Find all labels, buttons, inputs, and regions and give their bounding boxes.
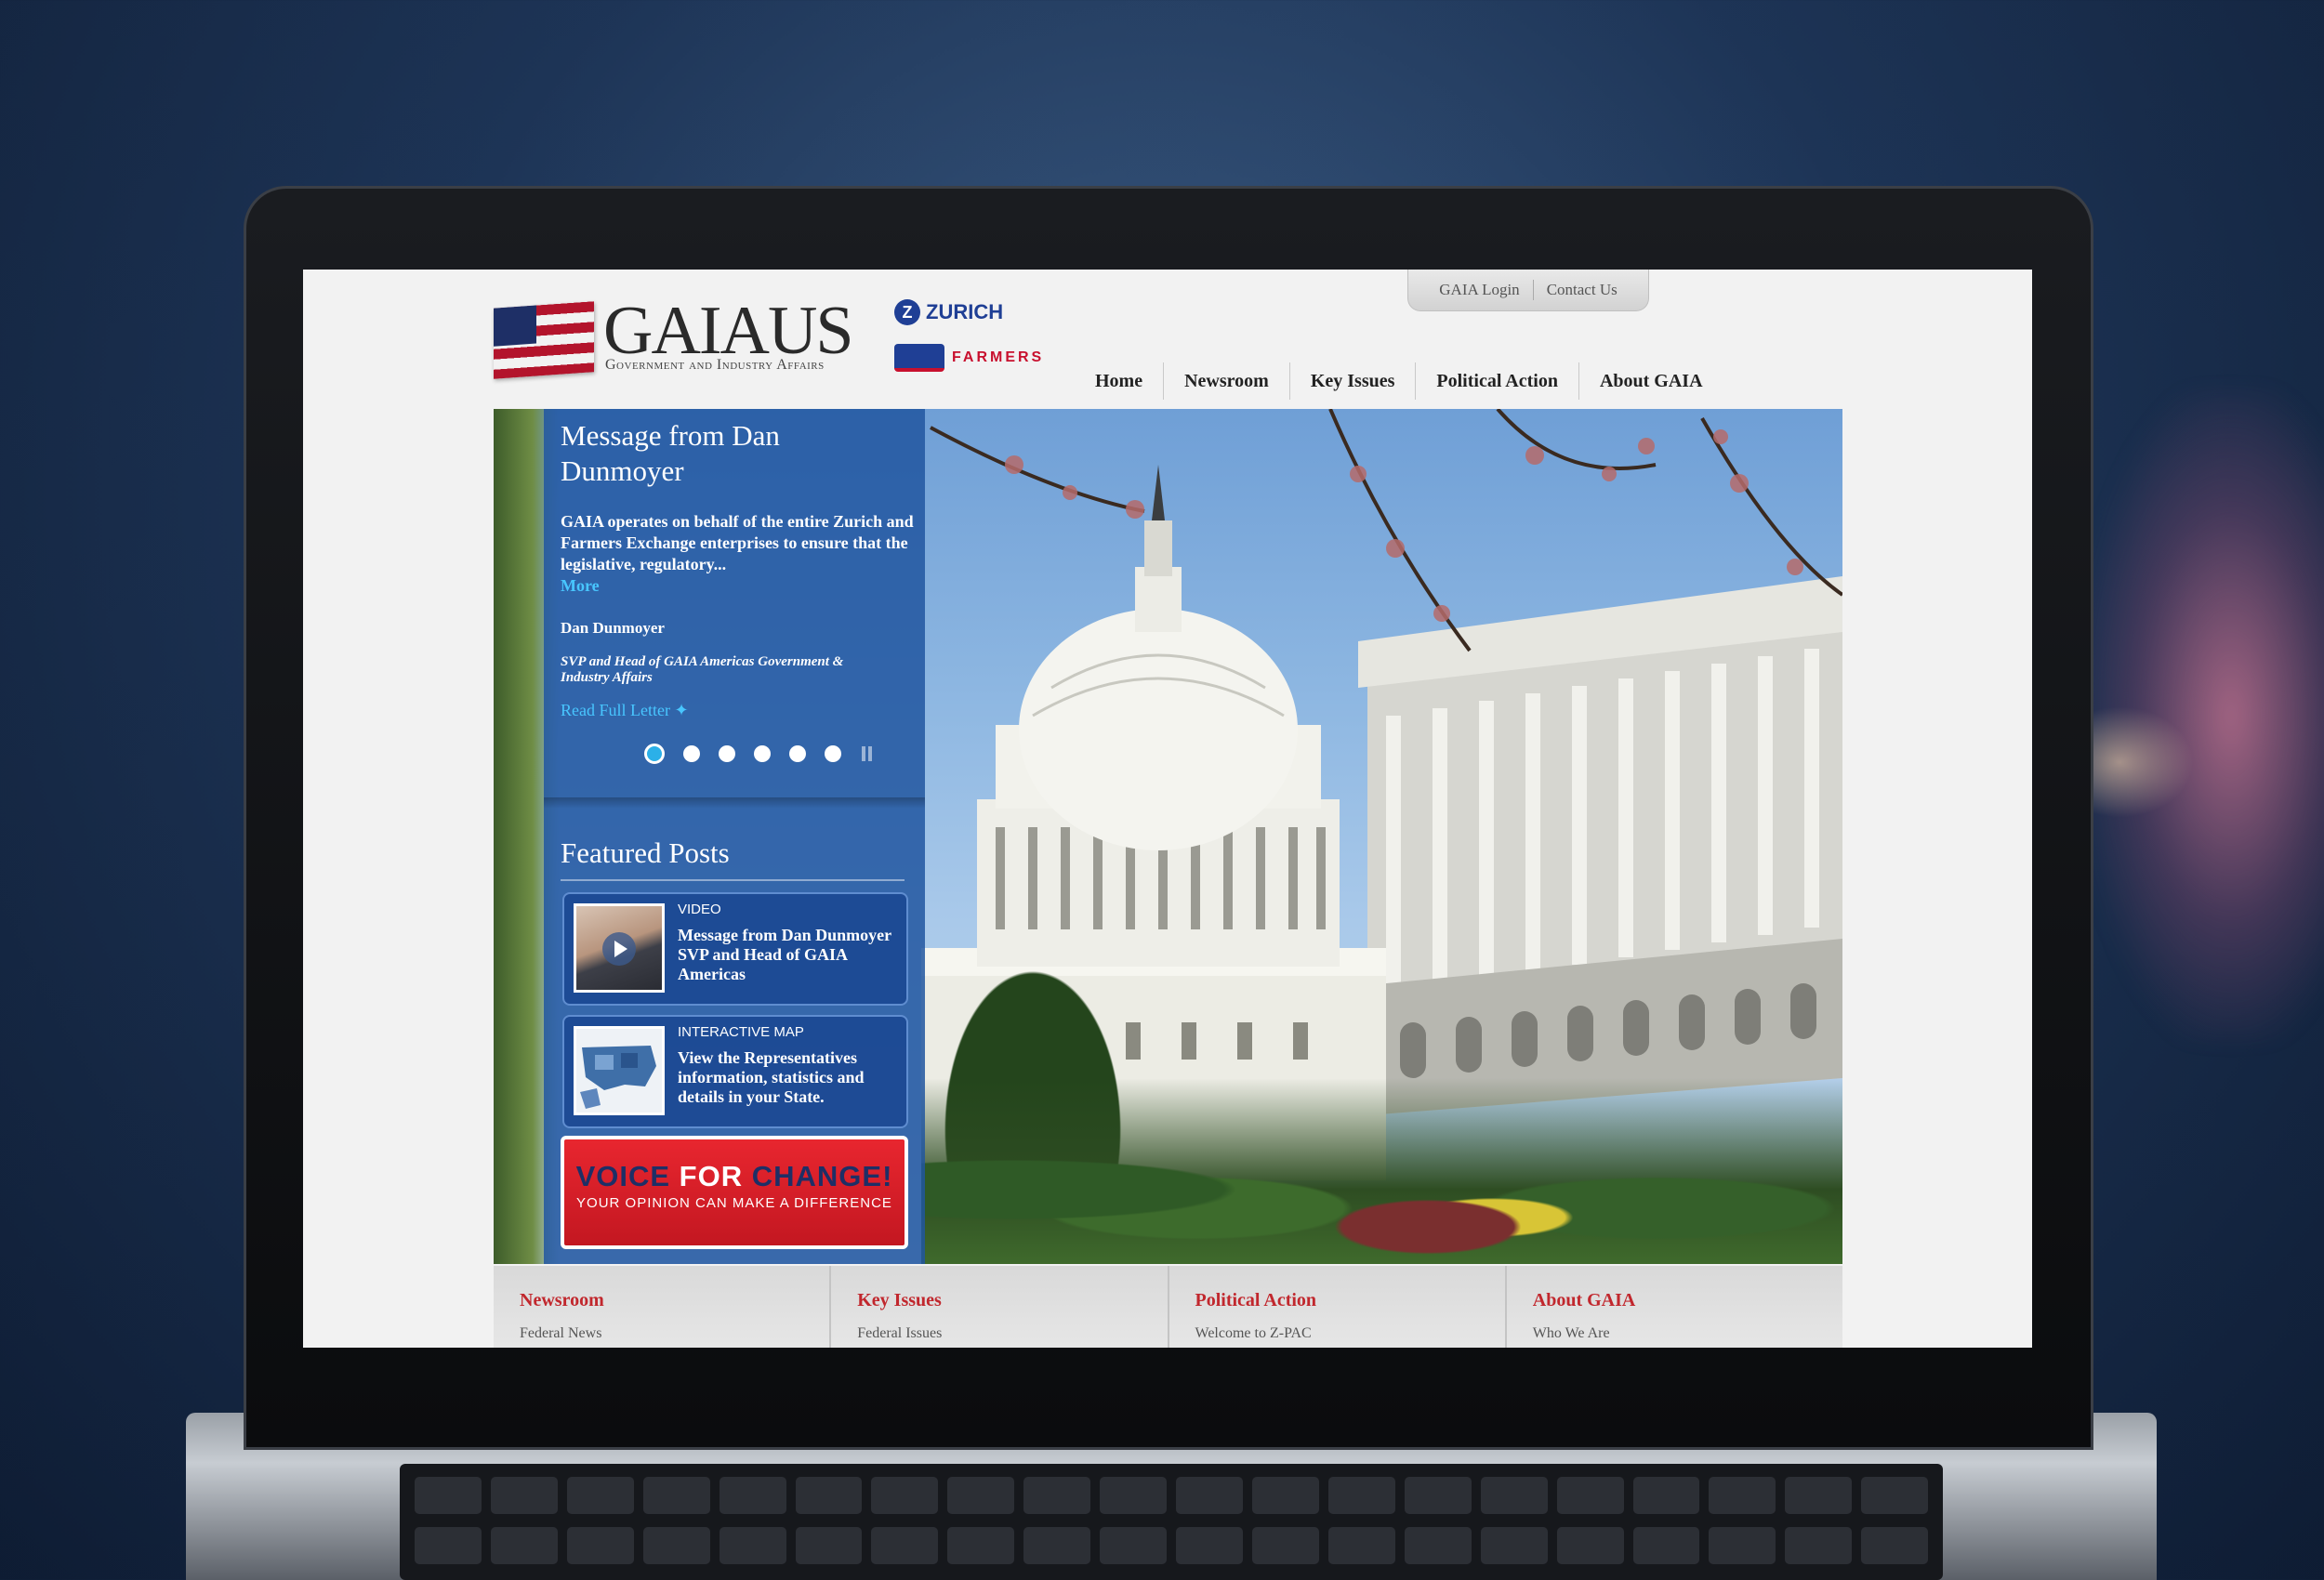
footer-link[interactable]: Welcome to Z-PAC xyxy=(1195,1325,1312,1342)
farmers-shield-icon xyxy=(894,344,944,372)
zurich-z-icon: Z xyxy=(894,299,920,325)
slide-pager xyxy=(644,744,872,764)
footer-links: Newsroom Federal News Key Issues Federal… xyxy=(494,1266,1842,1348)
slide-dot-2[interactable] xyxy=(683,745,700,762)
featured-divider xyxy=(561,879,905,881)
contact-us-link[interactable]: Contact Us xyxy=(1547,281,1618,299)
us-flag-icon xyxy=(494,301,594,379)
nav-about-gaia[interactable]: About GAIA xyxy=(1579,371,1723,392)
featured-posts-title: Featured Posts xyxy=(561,836,730,869)
nav-key-issues[interactable]: Key Issues xyxy=(1290,371,1416,392)
footer-heading[interactable]: Key Issues xyxy=(857,1290,942,1311)
post-text: Message from Dan Dunmoyer SVP and Head o… xyxy=(678,926,891,983)
voice-word-2: FOR xyxy=(679,1160,752,1192)
arrow-icon: ✦ xyxy=(674,701,689,719)
read-full-letter-label: Read Full Letter xyxy=(561,701,670,719)
footer-column-about-gaia: About GAIA Who We Are xyxy=(1507,1266,1842,1348)
gaia-login-link[interactable]: GAIA Login xyxy=(1439,281,1519,299)
utility-nav: GAIA Login Contact Us xyxy=(1407,270,1649,311)
nav-newsroom[interactable]: Newsroom xyxy=(1164,371,1289,392)
zurich-logo: Z ZURICH xyxy=(894,299,1003,325)
zurich-label: ZURICH xyxy=(926,300,1004,323)
hero-shrubbery xyxy=(921,1078,1842,1264)
play-icon xyxy=(602,932,636,966)
panel-divider xyxy=(544,797,925,809)
main-nav: Home Newsroom Key Issues Political Actio… xyxy=(1075,362,1723,400)
voice-banner-headline: VOICE FOR CHANGE! xyxy=(564,1160,905,1193)
video-thumbnail xyxy=(574,903,665,993)
nav-political-action[interactable]: Political Action xyxy=(1416,371,1578,392)
post-kind: INTERACTIVE MAP xyxy=(678,1024,804,1040)
nav-home[interactable]: Home xyxy=(1075,371,1163,392)
footer-link[interactable]: Federal News xyxy=(520,1325,601,1342)
slide-dot-6[interactable] xyxy=(825,745,841,762)
slide-dot-1[interactable] xyxy=(644,744,665,764)
footer-link[interactable]: Federal Issues xyxy=(857,1325,942,1342)
voice-banner-subtitle: YOUR OPINION CAN MAKE A DIFFERENCE xyxy=(576,1195,892,1211)
footer-heading[interactable]: Political Action xyxy=(1195,1290,1317,1311)
utility-divider xyxy=(1532,280,1534,300)
more-link[interactable]: More xyxy=(561,576,600,595)
us-map-icon xyxy=(580,1046,656,1109)
footer-column-newsroom: Newsroom Federal News xyxy=(494,1266,832,1348)
featured-post-map[interactable]: INTERACTIVE MAP View the Representatives… xyxy=(562,1015,908,1128)
footer-heading[interactable]: Newsroom xyxy=(520,1290,604,1311)
read-full-letter-link[interactable]: Read Full Letter ✦ xyxy=(561,701,689,720)
laptop-screen: GAIAUS Government and Industry Affairs Z… xyxy=(303,270,2032,1348)
pause-icon[interactable] xyxy=(862,746,872,761)
voice-word-3: CHANGE! xyxy=(751,1160,893,1192)
hero-message-panel: Message from Dan Dunmoyer GAIA operates … xyxy=(544,409,925,1264)
message-body: GAIA operates on behalf of the entire Zu… xyxy=(561,511,914,597)
voice-for-change-banner[interactable]: VOICE FOR CHANGE! YOUR OPINION CAN MAKE … xyxy=(561,1136,908,1249)
voice-word-1: VOICE xyxy=(575,1160,680,1192)
author-role: SVP and Head of GAIA Americas Government… xyxy=(561,654,844,685)
post-kind: VIDEO xyxy=(678,902,721,917)
laptop-keyboard xyxy=(400,1464,1943,1580)
footer-link[interactable]: Who We Are xyxy=(1533,1325,1610,1342)
logo-subtitle: Government and Industry Affairs xyxy=(605,357,825,373)
slide-dot-5[interactable] xyxy=(789,745,806,762)
farmers-label: FARMERS xyxy=(952,349,1045,365)
footer-column-political-action: Political Action Welcome to Z-PAC xyxy=(1169,1266,1507,1348)
footer-column-key-issues: Key Issues Federal Issues xyxy=(831,1266,1169,1348)
message-title: Message from Dan Dunmoyer xyxy=(561,419,780,487)
footer-heading[interactable]: About GAIA xyxy=(1533,1290,1636,1311)
slide-dot-4[interactable] xyxy=(754,745,771,762)
hero-slideshow: Message from Dan Dunmoyer GAIA operates … xyxy=(494,409,1842,1264)
website: GAIAUS Government and Industry Affairs Z… xyxy=(303,270,2032,1348)
featured-post-video[interactable]: VIDEO Message from Dan Dunmoyer SVP and … xyxy=(562,892,908,1006)
farmers-logo: FARMERS xyxy=(894,344,1044,372)
slide-dot-3[interactable] xyxy=(719,745,735,762)
message-excerpt: GAIA operates on behalf of the entire Zu… xyxy=(561,512,914,573)
author-name: Dan Dunmoyer xyxy=(561,619,665,637)
post-text: View the Representatives information, st… xyxy=(678,1048,865,1106)
us-map-thumbnail xyxy=(574,1026,665,1115)
